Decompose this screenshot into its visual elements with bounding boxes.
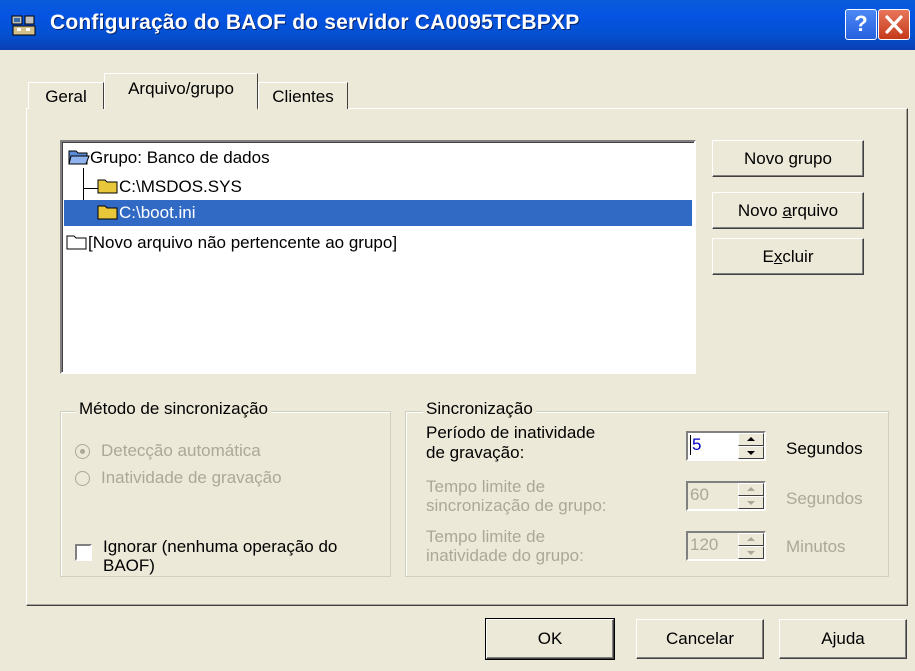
tree-item-boot-ini[interactable]: C:\boot.ini (64, 200, 692, 226)
group-timeout-label-line1: Tempo limite de (426, 477, 546, 496)
delete-label-a: E (762, 247, 774, 266)
ok-button[interactable]: OK (485, 618, 615, 660)
ignore-label-line1: Ignorar (nenhuma operação do (103, 537, 338, 556)
write-inactivity-label: Inatividade de gravação (101, 468, 282, 487)
new-file-accel: a (782, 201, 792, 220)
sync-title: Sincronização (423, 399, 536, 419)
write-inactivity-radio[interactable] (75, 471, 90, 486)
group-timeout-spinner[interactable]: 60 (686, 481, 766, 511)
new-group-label-a: Novo (744, 149, 789, 168)
cancel-button[interactable]: Cancelar (636, 619, 764, 659)
file-group-tree[interactable]: Grupo: Banco de dados C:\MSDOS.SYS C:\bo… (60, 140, 696, 374)
new-file-button[interactable]: Novo arquivo (712, 192, 864, 229)
close-icon (885, 15, 903, 34)
sync-method-title: Método de sincronização (76, 399, 272, 419)
spin-up-button[interactable] (738, 433, 764, 446)
window-title: Configuração do BAOF do servidor CA0095T… (50, 11, 580, 34)
inactivity-spinner[interactable]: 5 (686, 431, 766, 461)
tree-group-label: Grupo: Banco de dados (90, 148, 270, 167)
tree-new-file-row[interactable]: [Novo arquivo não pertencente ao grupo] (66, 230, 397, 256)
inactivity-label-line2: de gravação: (426, 443, 525, 462)
spin-down-button[interactable] (738, 496, 764, 509)
new-file-label-a: Novo (737, 201, 783, 220)
spin-up-button[interactable] (738, 483, 764, 496)
folder-icon (97, 179, 118, 194)
group-inactivity-value: 120 (690, 535, 719, 554)
tree-item-label: C:\MSDOS.SYS (119, 177, 242, 196)
auto-detect-label: Detecção automática (101, 441, 261, 460)
folder-icon (97, 205, 118, 220)
ignore-label-line2: BAOF) (103, 556, 155, 575)
close-button[interactable] (878, 9, 910, 40)
delete-button[interactable]: Excluir (712, 238, 864, 275)
group-timeout-value: 60 (690, 485, 709, 504)
new-group-button[interactable]: Novo grupo (712, 140, 864, 177)
inactivity-label-line1: Período de inatividade (426, 423, 596, 442)
inactivity-value: 5 (690, 435, 702, 455)
delete-label-b: cluir (782, 247, 814, 266)
spin-down-button[interactable] (738, 446, 764, 459)
group-inactivity-unit: Minutos (786, 537, 846, 556)
tree-item-msdos[interactable]: C:\MSDOS.SYS (97, 174, 242, 200)
inactivity-label: Período de inatividade de gravação: (426, 423, 595, 463)
group-inactivity-label: Tempo limite de inatividade do grupo: (426, 527, 584, 565)
tree-new-file-label: [Novo arquivo não pertencente ao grupo] (88, 233, 398, 252)
open-folder-icon (68, 150, 90, 165)
help-title-button[interactable]: ? (845, 9, 877, 40)
ignore-checkbox[interactable] (75, 544, 92, 561)
tab-clientes[interactable]: Clientes (258, 82, 348, 109)
group-timeout-label-line2: sincronização de grupo: (426, 496, 607, 515)
spin-down-button[interactable] (738, 546, 764, 559)
tree-item-label: C:\boot.ini (119, 203, 196, 222)
app-icon (11, 14, 37, 36)
group-inactivity-label-line2: inatividade do grupo: (426, 546, 584, 565)
group-timeout-unit: Segundos (786, 489, 863, 508)
tab-arquivo-grupo[interactable]: Arquivo/grupo (104, 73, 258, 110)
auto-detect-radio[interactable] (75, 444, 90, 459)
group-inactivity-spinner[interactable]: 120 (686, 531, 766, 561)
ignore-label: Ignorar (nenhuma operação do BAOF) (103, 537, 337, 575)
new-group-label-b: rupo (797, 149, 832, 168)
new-file-label-b: rquivo (791, 201, 839, 220)
help-button[interactable]: Ajuda (779, 619, 907, 659)
group-inactivity-label-line1: Tempo limite de (426, 527, 546, 546)
tree-group-row[interactable]: Grupo: Banco de dados (68, 145, 270, 171)
empty-folder-icon (66, 235, 87, 250)
new-group-accel: g (788, 149, 798, 168)
inactivity-unit: Segundos (786, 439, 863, 458)
group-timeout-label: Tempo limite de sincronização de grupo: (426, 477, 607, 515)
spin-up-button[interactable] (738, 533, 764, 546)
tab-geral[interactable]: Geral (28, 82, 104, 109)
